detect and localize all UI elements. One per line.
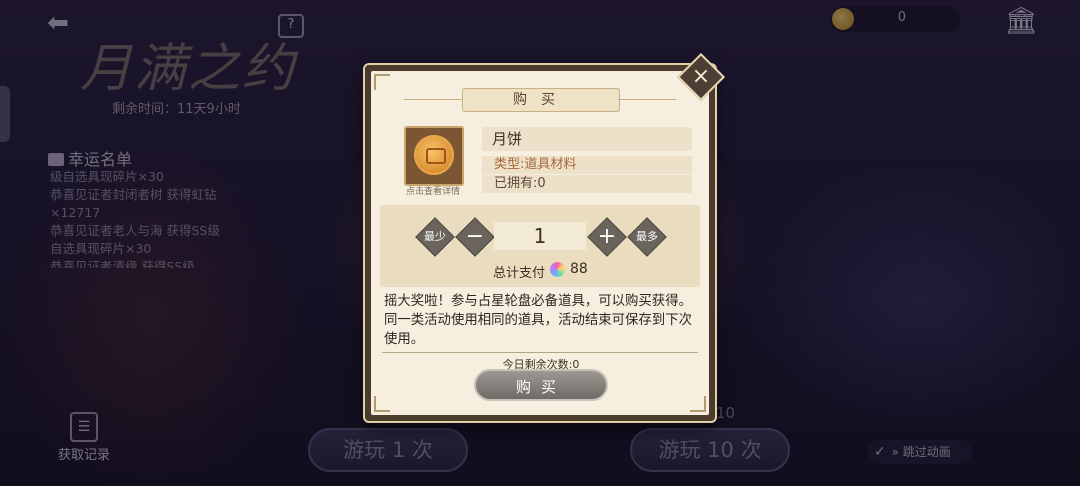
minus-icon: − [465,224,485,249]
rainbow-gem-icon [550,262,565,277]
item-name: 月饼 [482,127,692,151]
item-description: 摇大奖啦！参与占星轮盘必备道具，可以购买获得。同一类活动使用相同的道具，活动结束… [384,294,692,347]
dialog-title: 购买 [462,88,620,112]
item-owned: 已拥有:0 [482,175,692,193]
max-label: 最多 [636,230,658,243]
quantity-input[interactable]: 1 [494,222,586,250]
title-divider [618,99,676,100]
total-label: 总计支付 [493,266,546,281]
corner-ornament [690,396,706,412]
corner-ornament [374,74,390,90]
title-divider [404,99,462,100]
plus-icon: + [597,224,617,249]
item-type: 类型:道具材料 [482,156,692,174]
divider [382,352,698,353]
total-value: 88 [570,261,588,277]
corner-ornament [374,396,390,412]
item-thumbnail[interactable] [404,126,464,186]
close-icon: × [691,64,711,89]
item-detail-link[interactable]: 点击查看详情 [402,184,464,197]
min-label: 最少 [424,230,446,243]
mooncake-icon [414,135,454,175]
buy-button[interactable]: 购买 [474,369,608,401]
